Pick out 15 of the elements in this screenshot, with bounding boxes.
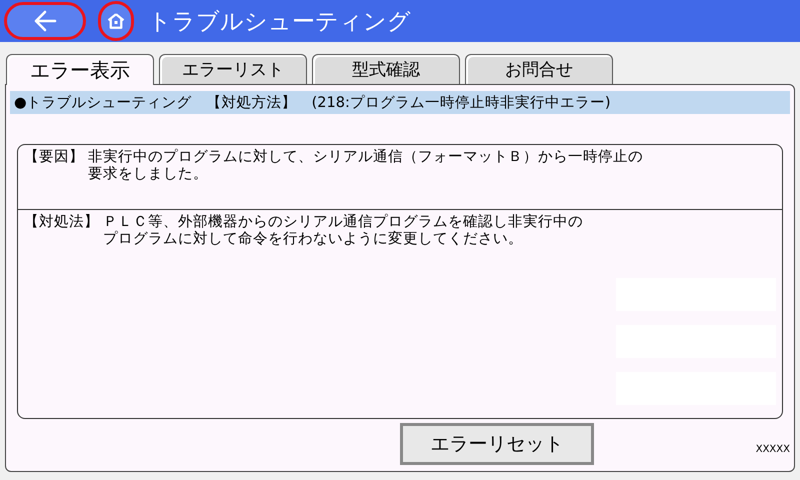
home-button[interactable]	[98, 1, 134, 41]
section-label: 【対処法】	[24, 214, 99, 232]
back-button[interactable]	[4, 2, 86, 40]
error-reset-button[interactable]: エラーリセット	[400, 423, 594, 465]
section-text: ＰＬＣ等、外部機器からのシリアル通信プログラムを確認し非実行中の プログラムに対して命令を行わないように変更してください。	[102, 214, 583, 248]
tab[interactable]: エラー表示	[6, 54, 154, 85]
back-arrow-icon	[33, 10, 57, 32]
section-label: 【要因】	[24, 149, 84, 167]
section-text: 非実行中のプログラムに対して、シリアル通信（フォーマットＢ）から一時停止の 要求をしました。	[87, 149, 643, 184]
tab[interactable]: エラーリスト	[159, 54, 307, 84]
screen-title: トラブルシューティング	[148, 8, 411, 36]
code-label: XXXXX	[756, 444, 790, 455]
tab[interactable]: お問合せ	[465, 54, 613, 84]
heading-bar: ●トラブルシューティング 【対処方法】 (218:プログラム一時停止時非実行中エラー)	[10, 91, 790, 114]
tab[interactable]: 型式確認	[312, 54, 460, 84]
